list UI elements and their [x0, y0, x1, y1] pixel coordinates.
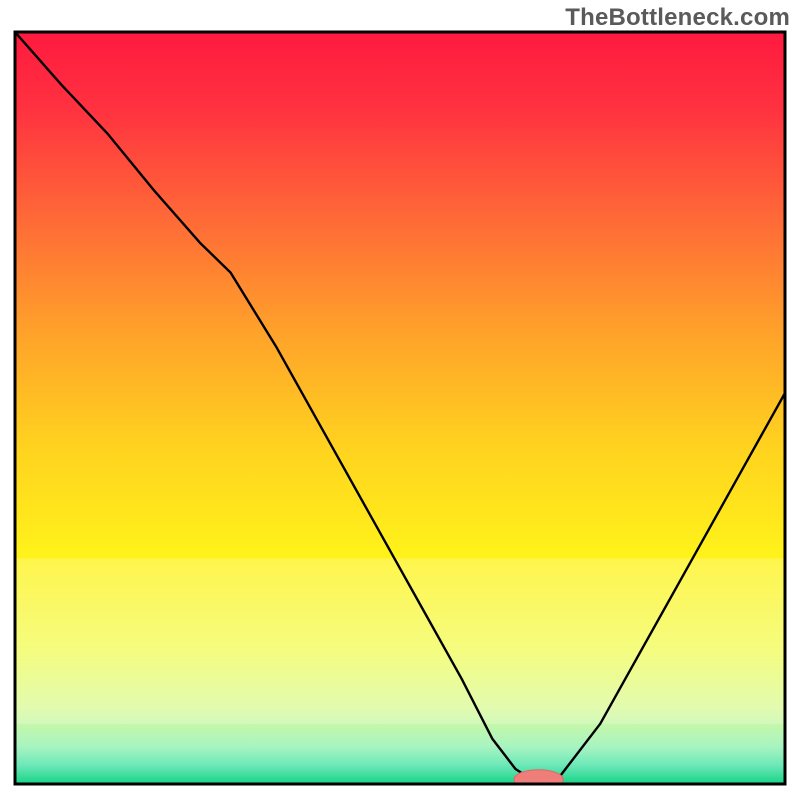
watermark-text: TheBottleneck.com — [565, 4, 790, 32]
optimal-point-marker — [514, 770, 563, 790]
chart-stage: TheBottleneck.com — [0, 0, 800, 800]
bottleneck-chart — [0, 0, 800, 800]
plot-area — [15, 32, 785, 789]
pale-band — [15, 558, 785, 723]
